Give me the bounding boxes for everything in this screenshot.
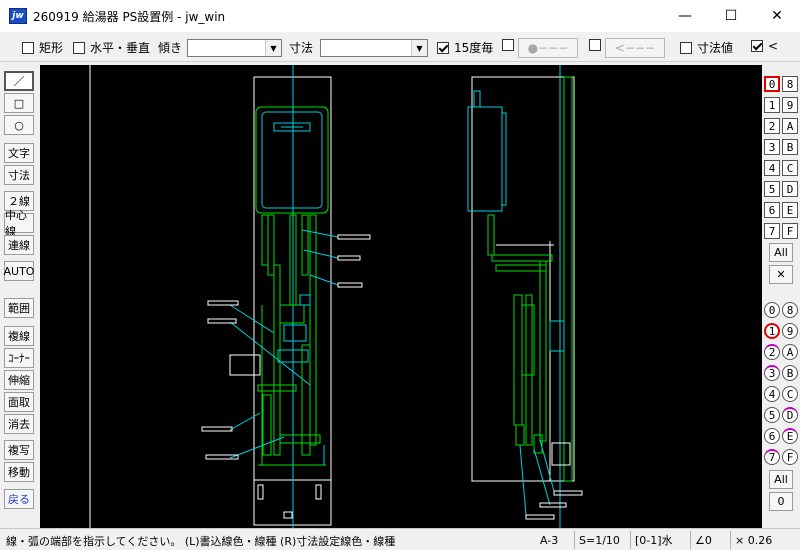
dim-label: 寸法 [289,41,314,55]
drawing-canvas[interactable] [40,65,762,528]
chevron-down-icon[interactable]: ▼ [265,40,281,56]
zoom-display[interactable]: × 0.26 [730,531,800,549]
angle-label: 傾き [158,41,183,55]
circle-tool-button[interactable]: ○ [4,115,34,135]
toolbar: 矩形 水平・垂直 傾き ▼ 寸法 ▼ 15度毎 ●−−− <−−− 寸法値 < [0,32,800,62]
dimvalue-checkbox[interactable]: 寸法値 [680,39,733,56]
stretch-button[interactable]: 伸縮 [4,370,34,390]
dim-tool-button[interactable]: 寸法 [4,165,34,185]
group-d-button[interactable]: D [782,407,798,423]
all-groups-button[interactable]: All [769,470,793,489]
zero-button[interactable]: 0 [769,492,793,511]
rect-tool-button[interactable]: □ [4,93,34,113]
layer-3-button[interactable]: 3 [764,139,780,155]
lt-check-box[interactable] [751,40,763,52]
circle-check-box[interactable] [502,39,514,51]
hv-label: 水平・垂直 [90,41,151,55]
layer-6-button[interactable]: 6 [764,202,780,218]
lt-checkbox[interactable]: < [751,39,778,53]
circle-checkbox[interactable] [502,39,519,51]
layer-7-button[interactable]: 7 [764,223,780,239]
line-tool-button[interactable]: ／ [4,71,34,91]
layer-8-button[interactable]: 8 [782,76,798,92]
lt-label: < [768,39,779,53]
layer-0-button[interactable]: 0 [764,76,780,92]
group-e-button[interactable]: E [782,428,798,444]
angle-display[interactable]: ∠0 [690,531,730,549]
scale-display[interactable]: S=1/10 [574,531,630,549]
chamfer-button[interactable]: 面取 [4,392,34,412]
group-7-button[interactable]: 7 [764,449,780,465]
layer-5-button[interactable]: 5 [764,181,780,197]
all-layers-button[interactable]: All [769,243,793,262]
deg15-checkbox[interactable]: 15度毎 [437,39,493,56]
layer-d-button[interactable]: D [782,181,798,197]
dimvalue-label: 寸法値 [697,41,734,55]
auto-button[interactable]: AUTO [4,261,34,281]
copy-button[interactable]: 複写 [4,440,34,460]
multi-line-button[interactable]: 複線 [4,326,34,346]
group-a-button[interactable]: A [782,344,798,360]
arrow-checkbox[interactable] [589,39,606,51]
maximize-button[interactable]: ☐ [708,0,754,32]
layer-4-button[interactable]: 4 [764,160,780,176]
deg15-label: 15度毎 [454,41,494,55]
app-icon: jw [9,8,27,24]
move-button[interactable]: 移動 [4,462,34,482]
close-icon[interactable]: ✕ [769,265,793,284]
group-9-button[interactable]: 9 [782,323,798,339]
cad-drawing [89,65,583,528]
rect-checkbox[interactable]: 矩形 [22,39,63,56]
status-bar: 線・弧の端部を指示してください。 (L)書込線色・線種 (R)寸法設定線色・線種… [0,528,800,550]
title-bar: jw 260919 給湯器 PS設置例 - jw_win — ☐ ✕ [0,0,800,32]
close-button[interactable]: ✕ [754,0,800,32]
rect-check-box[interactable] [22,41,34,54]
group-c-button[interactable]: C [782,386,798,402]
group-2-button[interactable]: 2 [764,344,780,360]
group-1-button[interactable]: 1 [764,323,780,339]
erase-button[interactable]: 消去 [4,414,34,434]
group-3-button[interactable]: 3 [764,365,780,381]
arrow-mode-button[interactable]: <−−− [605,38,665,58]
layer-9-button[interactable]: 9 [782,97,798,113]
dim-combo[interactable]: ▼ [320,39,428,57]
paper-size[interactable]: A-3 [536,531,574,549]
range-button[interactable]: 範囲 [4,298,34,318]
hv-check-box[interactable] [73,41,85,54]
layer-1-button[interactable]: 1 [764,97,780,113]
circle-mode-button[interactable]: ●−−− [518,38,578,58]
minimize-button[interactable]: — [662,0,708,32]
hv-checkbox[interactable]: 水平・垂直 [73,39,150,56]
center-line-button[interactable]: 中心線 [4,209,34,238]
window-title: 260919 給湯器 PS設置例 - jw_win [33,9,226,24]
layer-display[interactable]: [0-1]水 [630,531,686,549]
arrow-check-box[interactable] [589,39,601,51]
layer-f-button[interactable]: F [782,223,798,239]
group-b-button[interactable]: B [782,365,798,381]
layer-2-button[interactable]: 2 [764,118,780,134]
layer-b-button[interactable]: B [782,139,798,155]
layer-e-button[interactable]: E [782,202,798,218]
group-6-button[interactable]: 6 [764,428,780,444]
layer-panel: 0 8 1 9 2 A 3 B 4 C 5 D 6 E 7 F All ✕ 0 … [762,62,800,528]
status-message: 線・弧の端部を指示してください。 (L)書込線色・線種 (R)寸法設定線色・線種 [6,535,396,548]
group-4-button[interactable]: 4 [764,386,780,402]
corner-button[interactable]: ｺｰﾅｰ [4,348,34,368]
layer-a-button[interactable]: A [782,118,798,134]
dimvalue-check-box[interactable] [680,41,692,54]
chevron-down-icon[interactable]: ▼ [411,40,427,56]
undo-button[interactable]: 戻る [4,489,34,509]
group-5-button[interactable]: 5 [764,407,780,423]
text-tool-button[interactable]: 文字 [4,143,34,163]
group-f-button[interactable]: F [782,449,798,465]
group-8-button[interactable]: 8 [782,302,798,318]
left-toolbar: ／ □ ○ 文字 寸法 ２線 中心線 連線 AUTO 範囲 複線 ｺｰﾅｰ 伸縮… [0,62,40,528]
angle-combo[interactable]: ▼ [187,39,282,57]
continuous-line-button[interactable]: 連線 [4,235,34,255]
deg15-check-box[interactable] [437,41,449,54]
rect-label: 矩形 [39,41,64,55]
layer-c-button[interactable]: C [782,160,798,176]
group-0-button[interactable]: 0 [764,302,780,318]
